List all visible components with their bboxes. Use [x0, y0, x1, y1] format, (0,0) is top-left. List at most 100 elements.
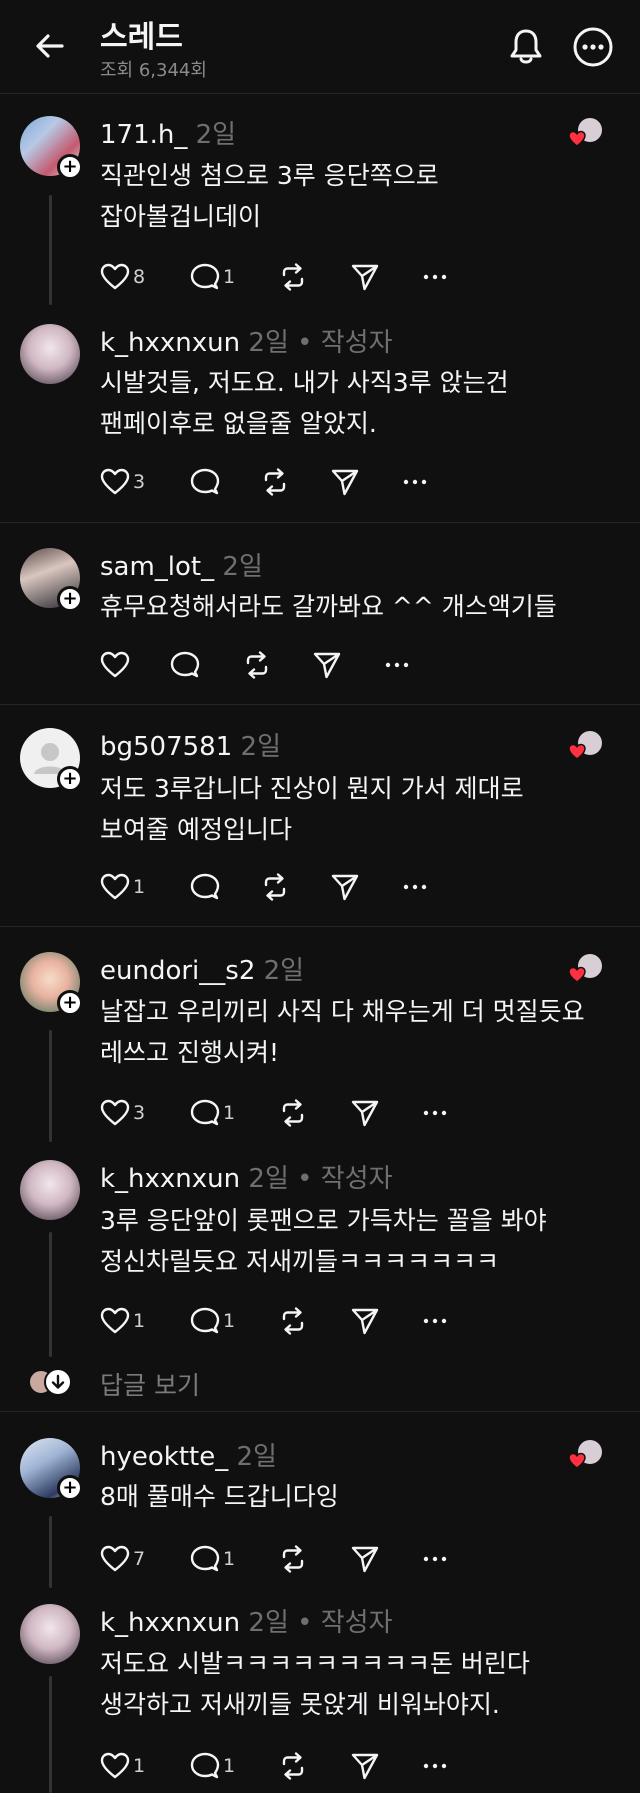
timestamp: 2일: [195, 120, 237, 150]
timestamp: 2일: [263, 956, 305, 986]
like-button[interactable]: 8: [100, 262, 145, 292]
reply-count: 1: [223, 1548, 236, 1570]
like-count: 7: [133, 1548, 146, 1570]
header-bar: 스레드 조회 6,344회: [0, 0, 640, 94]
repost-button[interactable]: [242, 650, 272, 680]
post-meta: eundori__s2 2일: [100, 950, 304, 987]
author-liked-badge: [568, 952, 604, 986]
more-button[interactable]: [400, 872, 430, 902]
like-count: 3: [133, 471, 146, 493]
repost-button[interactable]: [260, 467, 290, 497]
like-button[interactable]: 7: [100, 1544, 145, 1574]
post-meta: k_hxxnxun 2일 • 작성자: [100, 1158, 393, 1195]
comment-button[interactable]: 1: [190, 1751, 235, 1781]
follow-plus-icon[interactable]: +: [57, 586, 83, 612]
comment-button[interactable]: 1: [190, 1544, 235, 1574]
more-button[interactable]: [400, 467, 430, 497]
post-actions: [100, 650, 520, 680]
comment-button[interactable]: [170, 650, 200, 680]
reply-count: 1: [223, 266, 236, 288]
username[interactable]: k_hxxnxun: [100, 328, 240, 358]
more-button[interactable]: [382, 650, 412, 680]
username[interactable]: hyeoktte_: [100, 1442, 228, 1472]
thread-line: [49, 195, 52, 305]
username[interactable]: sam_lot_: [100, 552, 214, 582]
repost-button[interactable]: [278, 262, 308, 292]
share-button[interactable]: [350, 1544, 380, 1574]
post-meta: 171.h_ 2일: [100, 114, 236, 151]
author-label: • 작성자: [297, 328, 393, 358]
share-button[interactable]: [350, 262, 380, 292]
repost-button[interactable]: [278, 1098, 308, 1128]
share-button[interactable]: [330, 467, 360, 497]
comment-button[interactable]: [190, 872, 220, 902]
like-button[interactable]: 3: [100, 1098, 145, 1128]
avatar[interactable]: [20, 1160, 80, 1220]
username[interactable]: k_hxxnxun: [100, 1608, 240, 1638]
share-button[interactable]: [350, 1098, 380, 1128]
thread-line: [49, 1232, 52, 1357]
reply-count: 1: [223, 1310, 236, 1332]
divider: [0, 522, 640, 523]
back-arrow-icon[interactable]: [32, 28, 68, 64]
timestamp: 2일: [240, 732, 281, 762]
like-count: 1: [133, 1755, 146, 1777]
like-button[interactable]: 1: [100, 872, 145, 902]
thread-line: [49, 1030, 52, 1142]
more-options-icon[interactable]: [572, 26, 614, 68]
share-button[interactable]: [350, 1751, 380, 1781]
thread-line: [49, 1516, 52, 1588]
username[interactable]: k_hxxnxun: [100, 1164, 240, 1194]
avatar[interactable]: [20, 1604, 80, 1664]
comment-button[interactable]: 1: [190, 1098, 235, 1128]
post-actions: 7 1: [100, 1544, 520, 1574]
more-button[interactable]: [420, 1306, 450, 1336]
like-button[interactable]: 1: [100, 1306, 145, 1336]
post-actions: 8 1: [100, 262, 520, 292]
author-label: • 작성자: [297, 1164, 393, 1194]
page-title: 스레드: [100, 20, 183, 55]
view-replies-button[interactable]: 답글 보기: [28, 1366, 328, 1400]
more-button[interactable]: [420, 262, 450, 292]
post-meta: k_hxxnxun 2일 • 작성자: [100, 322, 393, 359]
more-button[interactable]: [420, 1751, 450, 1781]
like-count: 1: [133, 1310, 146, 1332]
share-button[interactable]: [312, 650, 342, 680]
repost-button[interactable]: [260, 872, 290, 902]
share-button[interactable]: [350, 1306, 380, 1336]
more-button[interactable]: [420, 1098, 450, 1128]
like-button[interactable]: [100, 650, 130, 680]
like-button[interactable]: 1: [100, 1751, 145, 1781]
more-button[interactable]: [420, 1544, 450, 1574]
repost-button[interactable]: [278, 1306, 308, 1336]
follow-plus-icon[interactable]: +: [57, 766, 83, 792]
like-count: 8: [133, 266, 146, 288]
author-liked-badge: [568, 1438, 604, 1472]
reply-count: 1: [223, 1102, 236, 1124]
username[interactable]: eundori__s2: [100, 956, 255, 986]
follow-plus-icon[interactable]: +: [57, 990, 83, 1016]
follow-plus-icon[interactable]: +: [57, 154, 83, 180]
repost-button[interactable]: [278, 1544, 308, 1574]
comment-button[interactable]: [190, 467, 220, 497]
avatar[interactable]: [20, 324, 80, 384]
share-button[interactable]: [330, 872, 360, 902]
repost-button[interactable]: [278, 1751, 308, 1781]
post-text: 휴무요청해서라도 갈까봐요 ^^ 개스액기들: [100, 592, 557, 621]
post-text: 8매 풀매수 드갑니다잉: [100, 1482, 339, 1511]
comment-button[interactable]: 1: [190, 262, 235, 292]
post-actions: 3: [100, 467, 520, 497]
follow-plus-icon[interactable]: +: [57, 1475, 83, 1501]
like-count: 1: [133, 876, 146, 898]
timestamp: 2일: [236, 1442, 277, 1472]
comment-button[interactable]: 1: [190, 1306, 235, 1336]
post-text: 날잡고 우리끼리 사직 다 채우는게 더 멋질듯요 레쓰고 진행시켜!: [100, 997, 585, 1067]
timestamp: 2일: [222, 552, 263, 582]
username[interactable]: 171.h_: [100, 120, 187, 150]
bell-icon[interactable]: [506, 26, 546, 66]
like-button[interactable]: 3: [100, 467, 145, 497]
post-meta: k_hxxnxun 2일 • 작성자: [100, 1602, 393, 1639]
author-liked-badge: [568, 116, 604, 150]
like-count: 3: [133, 1102, 146, 1124]
username[interactable]: bg507581: [100, 732, 232, 762]
